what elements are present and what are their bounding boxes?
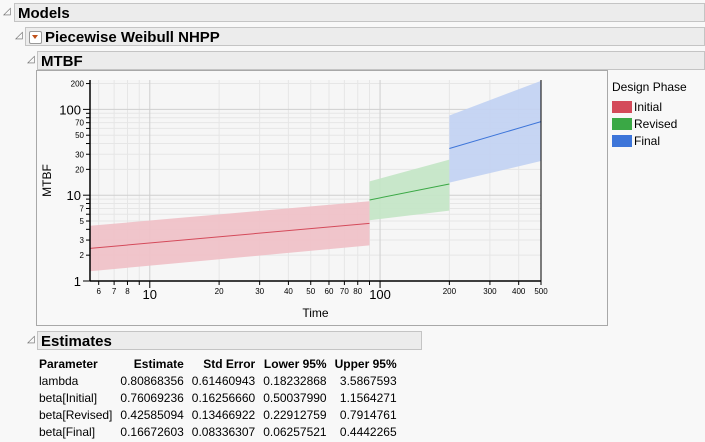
legend-swatch [612, 134, 632, 147]
y-tick-label: 50 [75, 131, 84, 140]
column-header: Std Error [203, 356, 256, 371]
cell: 0.7914761 [339, 407, 397, 422]
cell: 0.80868356 [120, 373, 184, 388]
column-header: Estimate [133, 356, 184, 371]
mtbf-header[interactable]: MTBF [37, 51, 705, 70]
cell: 0.13466922 [191, 407, 256, 422]
x-tick-label: 6 [96, 287, 101, 296]
y-tick-label: 5 [80, 217, 85, 226]
cell: 0.50037990 [263, 390, 327, 405]
y-tick-label: 70 [75, 119, 84, 128]
cell: 0.4442265 [339, 424, 397, 439]
x-tick-label: 10 [143, 287, 157, 302]
estimates-header[interactable]: Estimates [37, 331, 422, 350]
column-header: Upper 95% [334, 356, 397, 371]
x-tick-label: 8 [125, 287, 130, 296]
disclosure-triangle-icon[interactable]: ◿ [27, 54, 35, 65]
x-axis-title: Time [302, 306, 329, 320]
cell: beta[Initial] [39, 390, 98, 405]
table-header-row: Parameter Estimate Std Error Lower 95% U… [37, 355, 397, 372]
x-tick-label: 7 [112, 287, 117, 296]
y-tick-label: 200 [71, 80, 85, 89]
legend: Design Phase Initial Revised Final [612, 80, 687, 149]
estimates-title: Estimates [41, 333, 112, 350]
x-tick-label: 80 [353, 287, 362, 296]
x-tick-label: 70 [340, 287, 349, 296]
cell: lambda [39, 373, 79, 388]
table-row: beta[Initial] 0.76069236 0.16256660 0.50037… [37, 389, 397, 406]
disclosure-triangle-icon[interactable]: ◿ [27, 334, 35, 345]
y-tick-label: 20 [75, 165, 84, 174]
x-tick-label: 200 [443, 287, 457, 296]
y-tick-label: 30 [75, 150, 84, 159]
x-tick-label: 60 [325, 287, 334, 296]
x-tick-label: 30 [255, 287, 264, 296]
y-tick-label: 100 [59, 102, 81, 117]
legend-label: Final [634, 133, 661, 148]
y-tick-label: 7 [80, 204, 85, 213]
platform-title: Piecewise Weibull NHPP [45, 29, 220, 46]
cell: 1.1564271 [339, 390, 397, 405]
cell: 0.22912759 [263, 407, 327, 422]
cell: 0.76069236 [120, 390, 184, 405]
cell: 3.5867593 [339, 373, 397, 388]
legend-swatch [612, 117, 632, 130]
x-tick-label: 300 [483, 287, 497, 296]
chart-frame: 6 7 8 20 30 40 50 60 70 80 200 300 400 500 10 100 2 3 5 7 20… [36, 70, 608, 326]
column-header: Parameter [39, 356, 98, 371]
disclosure-triangle-icon[interactable]: ◿ [3, 6, 11, 17]
x-tick-label: 40 [284, 287, 293, 296]
mtbf-chart: 6 7 8 20 30 40 50 60 70 80 200 300 400 50010 100235720… [40, 80, 548, 320]
estimates-table: Parameter Estimate Std Error Lower 95% U… [37, 355, 397, 440]
red-triangle-menu-icon[interactable] [29, 30, 42, 44]
y-tick-label: 10 [67, 188, 81, 203]
y-tick-label: 3 [80, 236, 85, 245]
y-axis-title: MTBF [40, 164, 54, 197]
cell: 0.42585094 [120, 407, 184, 422]
cell: 0.18232868 [263, 373, 327, 388]
models-header[interactable]: Models [14, 3, 705, 22]
x-tick-label: 50 [306, 287, 315, 296]
x-tick-label: 100 [369, 287, 391, 302]
disclosure-triangle-icon[interactable]: ◿ [15, 30, 23, 41]
y-tick-label: 2 [80, 251, 85, 260]
x-tick-label: 500 [534, 287, 548, 296]
table-row: beta[Revised] 0.42585094 0.13466922 0.22912… [37, 406, 397, 423]
cell: 0.61460943 [191, 373, 256, 388]
legend-item-revised[interactable]: Revised [612, 115, 687, 132]
y-tick-label: 1 [74, 274, 81, 289]
mtbf-title: MTBF [41, 53, 83, 70]
cell: beta[Final] [39, 424, 96, 439]
cell: 0.16672603 [120, 424, 184, 439]
legend-swatch [612, 100, 632, 113]
legend-item-initial[interactable]: Initial [612, 98, 687, 115]
legend-label: Initial [634, 99, 663, 114]
legend-item-final[interactable]: Final [612, 132, 687, 149]
cell: beta[Revised] [39, 407, 113, 422]
cell: 0.06257521 [263, 424, 327, 439]
models-title: Models [18, 5, 70, 22]
x-tick-label: 20 [215, 287, 224, 296]
legend-label: Revised [634, 116, 678, 131]
column-header: Lower 95% [263, 356, 327, 371]
cell: 0.08336307 [191, 424, 256, 439]
table-row: beta[Final] 0.16672603 0.08336307 0.0625752… [37, 423, 397, 440]
table-row: lambda 0.80868356 0.61460943 0.18232868 3.58… [37, 372, 397, 389]
legend-title: Design Phase [612, 80, 687, 94]
platform-header[interactable]: Piecewise Weibull NHPP [25, 27, 705, 46]
x-tick-label: 400 [512, 287, 526, 296]
cell: 0.16256660 [191, 390, 256, 405]
